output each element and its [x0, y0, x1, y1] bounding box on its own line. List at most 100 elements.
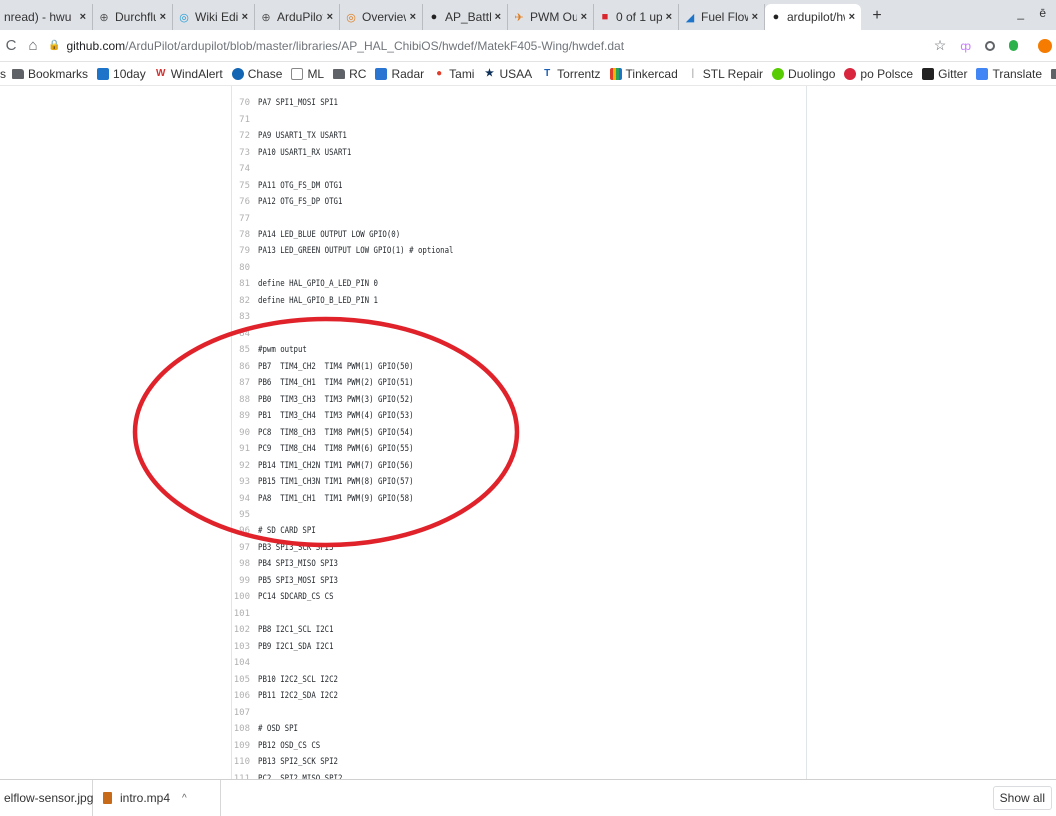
line-number[interactable]: 77	[232, 214, 258, 224]
line-number[interactable]: 71	[232, 115, 258, 125]
bookmark-item[interactable]: Duolingo	[772, 67, 835, 81]
line-number[interactable]: 90	[232, 428, 258, 438]
globe-icon: ⊕	[261, 11, 271, 24]
close-tab-icon[interactable]: ×	[666, 11, 672, 23]
line-number[interactable]: 92	[232, 461, 258, 471]
bookmark-item[interactable]: | STL Repair	[687, 67, 763, 81]
line-number[interactable]: 91	[232, 444, 258, 454]
line-number[interactable]: 109	[232, 741, 258, 751]
bookmark-item[interactable]: Gitter	[922, 67, 967, 81]
line-number[interactable]: 94	[232, 494, 258, 504]
line-number[interactable]: 99	[232, 576, 258, 586]
bookmark-item[interactable]: Bookmarks	[12, 67, 88, 81]
window-controls[interactable]: _ ē	[1017, 6, 1052, 20]
line-number[interactable]: 104	[232, 658, 258, 668]
close-tab-icon[interactable]: ×	[410, 11, 416, 23]
reload-icon[interactable]: C	[0, 35, 22, 57]
bookmark-icon	[609, 67, 622, 80]
code-text: PB1 TIM3_CH4 TIM3 PWM(4) GPIO(53)	[258, 411, 414, 422]
new-tab-icon[interactable]: +	[865, 4, 889, 28]
code-line: 77	[232, 210, 806, 226]
line-number[interactable]: 74	[232, 164, 258, 174]
line-number[interactable]: 106	[232, 691, 258, 701]
line-number[interactable]: 102	[232, 625, 258, 635]
bookmark-item[interactable]: RC	[333, 67, 366, 81]
line-number[interactable]: 97	[232, 543, 258, 553]
close-tab-icon[interactable]: ×	[160, 11, 166, 23]
bookmark-item[interactable]: ★ USAA	[483, 67, 532, 81]
bookmark-item[interactable]: Tinkercad	[609, 67, 678, 81]
line-number[interactable]: 101	[232, 609, 258, 619]
line-number[interactable]: 88	[232, 395, 258, 405]
line-number[interactable]: 80	[232, 263, 258, 273]
profile-avatar[interactable]	[1038, 38, 1052, 53]
line-number[interactable]: 86	[232, 362, 258, 372]
line-number[interactable]: 73	[232, 148, 258, 158]
bookmark-item[interactable]: Radar	[375, 67, 424, 81]
browser-tab[interactable]: ⊕ ArduPilot Open ×	[255, 4, 340, 30]
code-text: PB3 SPI3_SCK SPI3	[258, 542, 334, 553]
line-number[interactable]: 100	[232, 592, 258, 602]
bookmark-item[interactable]: Translate	[976, 67, 1042, 81]
download-item[interactable]: elflow-sensor.jpg^	[0, 779, 110, 816]
line-number[interactable]: 110	[232, 757, 258, 767]
close-tab-icon[interactable]: ×	[327, 11, 333, 23]
browser-tab[interactable]: ✈ PWM Output Li ×	[508, 4, 594, 30]
bookmark-item[interactable]: W WindAlert	[155, 67, 223, 81]
bookmark-item[interactable]: po Polsce	[844, 67, 913, 81]
show-all-button[interactable]: Show all	[992, 786, 1052, 810]
line-number[interactable]: 79	[232, 246, 258, 256]
browser-tab[interactable]: ⊕ Durchflussmess ×	[93, 4, 173, 30]
line-number[interactable]: 96	[232, 526, 258, 536]
line-number[interactable]: 95	[232, 510, 258, 520]
line-number[interactable]: 72	[232, 131, 258, 141]
line-number[interactable]: 70	[232, 98, 258, 108]
line-number[interactable]: 82	[232, 296, 258, 306]
line-number[interactable]: 75	[232, 181, 258, 191]
close-tab-icon[interactable]: ×	[495, 11, 501, 23]
close-tab-icon[interactable]: ×	[752, 11, 758, 23]
browser-tab[interactable]: ■ 0 of 1 uploaded ×	[594, 4, 679, 30]
bookmark-item[interactable]: T Torrentz	[541, 67, 600, 81]
line-number[interactable]: 81	[232, 279, 258, 289]
bookmark-item[interactable]: Chase	[231, 67, 282, 81]
bookmark-item[interactable]: ● Tami	[433, 67, 474, 81]
browser-tab[interactable]: ● ardupilot/hwde ×	[765, 4, 861, 30]
tab-label: 0 of 1 uploaded	[616, 10, 662, 24]
line-number[interactable]: 89	[232, 411, 258, 421]
extension-icon[interactable]: ȹ	[960, 39, 971, 53]
home-icon[interactable]: ⌂	[22, 35, 44, 57]
line-number[interactable]: 108	[232, 724, 258, 734]
browser-tab[interactable]: ✉nread) - hwu×	[0, 4, 93, 30]
bookmark-label: Bookmarks	[28, 66, 89, 81]
bookmark-star-icon[interactable]: ☆	[934, 37, 947, 54]
line-number[interactable]: 93	[232, 477, 258, 487]
browser-tab[interactable]: ● AP_BattMonito ×	[423, 4, 508, 30]
line-number[interactable]: 84	[232, 329, 258, 339]
bookmark-item[interactable]: ML	[291, 67, 324, 81]
line-number[interactable]: 78	[232, 230, 258, 240]
chevron-up-icon[interactable]: ^	[182, 793, 187, 804]
close-tab-icon[interactable]: ×	[80, 11, 86, 23]
line-number[interactable]: 105	[232, 675, 258, 685]
browser-tab[interactable]: ◢ Fuel Flow and L ×	[679, 4, 765, 30]
browser-tab[interactable]: ◎ Overview — Ro ×	[340, 4, 423, 30]
bookmark-item[interactable]: Pi	[1051, 67, 1056, 81]
address-bar[interactable]: 🔒 github.com/ArduPilot/ardupilot/blob/ma…	[48, 34, 926, 58]
line-number[interactable]: 83	[232, 312, 258, 322]
line-number[interactable]: 87	[232, 378, 258, 388]
extension-leaf-icon[interactable]	[1009, 40, 1018, 51]
line-number[interactable]: 103	[232, 642, 258, 652]
line-number[interactable]: 85	[232, 345, 258, 355]
bookmark-item[interactable]: 10day	[97, 67, 146, 81]
line-number[interactable]: 107	[232, 708, 258, 718]
download-item[interactable]: intro.mp4 ^	[93, 779, 221, 816]
browser-tab[interactable]: ◎ Wiki Editing Sty ×	[173, 4, 255, 30]
line-number[interactable]: 98	[232, 559, 258, 569]
apps-label[interactable]: s	[0, 67, 6, 81]
close-tab-icon[interactable]: ×	[581, 11, 587, 23]
close-tab-icon[interactable]: ×	[242, 11, 248, 23]
line-number[interactable]: 76	[232, 197, 258, 207]
close-tab-icon[interactable]: ×	[849, 11, 855, 23]
extension-circle-icon[interactable]	[985, 40, 995, 51]
